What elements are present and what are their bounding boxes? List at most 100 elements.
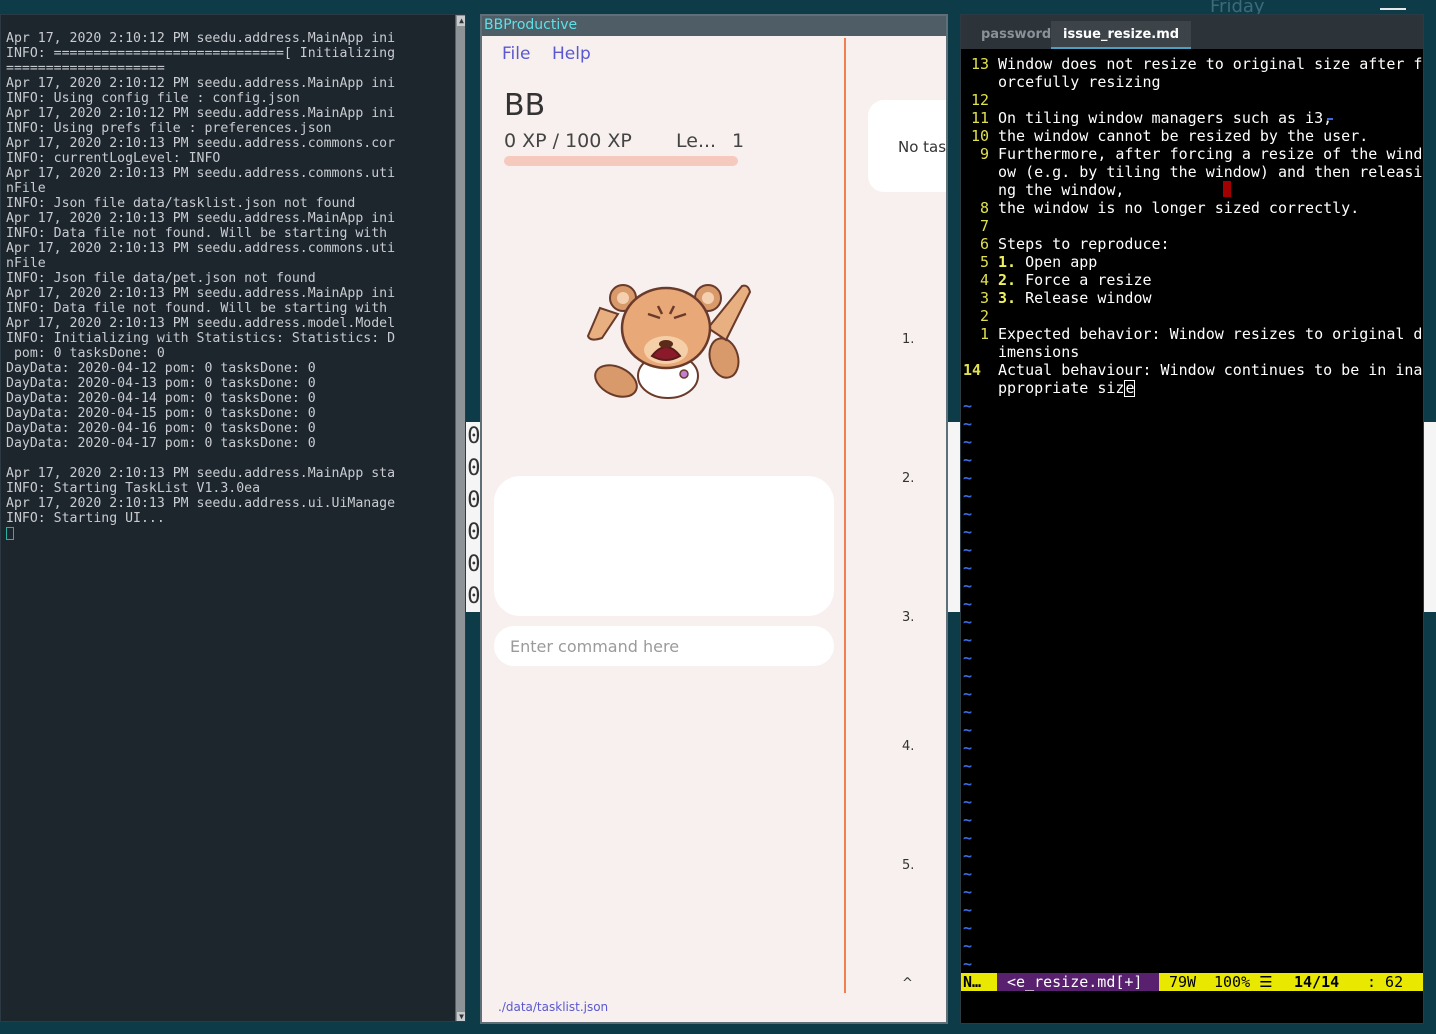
tilde-marker: ~ (963, 919, 973, 937)
window-titlebar[interactable]: BBProductive (482, 16, 946, 36)
vim-line[interactable]: 13 Window does not resize to original siz… (961, 55, 1423, 73)
tilde-marker: ~ (963, 829, 973, 847)
terminal-window[interactable]: Apr 17, 2020 2:10:12 PM seedu.address.Ma… (0, 14, 466, 1022)
menu-file[interactable]: File (502, 44, 530, 64)
scroll-up-arrow-icon[interactable]: ▲ (457, 16, 465, 26)
xp-progress-bar (504, 156, 738, 166)
panel-divider[interactable] (844, 38, 846, 993)
vim-empty-line: ~ (961, 919, 1423, 937)
vim-line[interactable]: 4 2. Force a resize (961, 271, 1423, 289)
terminal-line: INFO: Using prefs file : preferences.jso… (6, 121, 332, 136)
vim-empty-line: ~ (961, 631, 1423, 649)
terminal-line: Apr 17, 2020 2:10:12 PM seedu.address.Ma… (6, 31, 396, 46)
terminal-line: Apr 17, 2020 2:10:13 PM seedu.address.co… (6, 241, 396, 256)
vim-line[interactable]: imensions (961, 343, 1423, 361)
vim-empty-line: ~ (961, 793, 1423, 811)
vim-line-text: the window is no longer sized correctly. (998, 199, 1360, 217)
vim-empty-line: ~ (961, 955, 1423, 973)
vim-line-text: 1. Open app (998, 253, 1098, 271)
vim-empty-line: ~ (961, 721, 1423, 739)
menu-help[interactable]: Help (552, 44, 591, 64)
statusline-position: 14/14 (1294, 973, 1358, 991)
vim-line-number: 13 (970, 55, 989, 73)
command-input[interactable] (494, 626, 834, 666)
vim-empty-line: ~ (961, 937, 1423, 955)
terminal-line: DayData: 2020-04-13 pom: 0 tasksDone: 0 (6, 376, 316, 391)
task-number: ^ (902, 976, 913, 991)
xp-text: 0 XP / 100 XP (504, 130, 632, 152)
vim-empty-line: ~ (961, 541, 1423, 559)
status-bar-path: ./data/tasklist.json (498, 1000, 609, 1014)
vim-empty-line: ~ (961, 685, 1423, 703)
terminal-line: DayData: 2020-04-12 pom: 0 tasksDone: 0 (6, 361, 316, 376)
terminal-line: DayData: 2020-04-14 pom: 0 tasksDone: 0 (6, 391, 316, 406)
vim-empty-line: ~ (961, 559, 1423, 577)
vim-line[interactable]: 8 the window is no longer sized correctly… (961, 199, 1423, 217)
vim-empty-line: ~ (961, 865, 1423, 883)
tilde-marker: ~ (963, 739, 973, 757)
vim-line[interactable]: ng the window, (961, 181, 1423, 199)
tab-issue-resize[interactable]: issue_resize.md (1051, 21, 1192, 49)
terminal-line: Apr 17, 2020 2:10:13 PM seedu.address.mo… (6, 316, 396, 331)
terminal-line: pom: 0 tasksDone: 0 (6, 346, 165, 361)
vim-line[interactable]: ow (e.g. by tiling the window) and then … (961, 163, 1423, 181)
terminal-line: INFO: Starting TaskList V1.3.0ea (6, 481, 261, 496)
scroll-down-arrow-icon[interactable]: ▼ (457, 1012, 465, 1021)
terminal-scrollbar[interactable]: ▲ ▼ (455, 15, 465, 1021)
vim-line[interactable]: 3 3. Release window (961, 289, 1423, 307)
vim-line[interactable]: 1 Expected behavior: Window resizes to or… (961, 325, 1423, 343)
vim-line-number: 9 (979, 145, 989, 163)
tilde-marker: ~ (963, 865, 973, 883)
vim-line[interactable]: 9 Furthermore, after forcing a resize of … (961, 145, 1423, 163)
terminal-prompt-line[interactable] (6, 526, 450, 541)
tilde-marker: ~ (963, 793, 973, 811)
tilde-marker: ~ (963, 505, 973, 523)
desktop-top-bar: Friday (0, 0, 1436, 17)
terminal-line: INFO: Initializing with Statistics: Stat… (6, 331, 396, 346)
vim-line[interactable]: 12 (961, 91, 1423, 109)
vim-line[interactable]: orcefully resizing (961, 73, 1423, 91)
tilde-marker: ~ (963, 667, 973, 685)
terminal-line: DayData: 2020-04-17 pom: 0 tasksDone: 0 (6, 436, 316, 451)
task-number: 1. (902, 332, 915, 347)
tab-password[interactable]: password (981, 27, 1051, 42)
vim-line-text: orcefully resizing (998, 73, 1161, 91)
tilde-marker: ~ (963, 415, 973, 433)
terminal-line: ==================== (6, 61, 165, 76)
vim-line-text: the window cannot be resized by the user… (998, 127, 1369, 145)
bbproductive-window[interactable]: BBProductive File Help BB 0 XP / 100 XP … (480, 14, 948, 1024)
vim-line[interactable]: 6 Steps to reproduce: (961, 235, 1423, 253)
vim-empty-line: ~ (961, 451, 1423, 469)
vim-editor-buffer[interactable]: 13 Window does not resize to original siz… (961, 55, 1423, 973)
tilde-marker: ~ (963, 721, 973, 739)
vim-empty-line: ~ (961, 703, 1423, 721)
vim-empty-line: ~ (961, 613, 1423, 631)
tilde-marker: ~ (963, 955, 973, 973)
vim-line-text: Expected behavior: Window resizes to ori… (998, 325, 1423, 343)
terminal-line: Apr 17, 2020 2:10:13 PM seedu.address.co… (6, 166, 396, 181)
vim-line[interactable]: 7 (961, 217, 1423, 235)
vim-line-number: 1 (979, 325, 989, 343)
terminal-line: nFile (6, 256, 46, 271)
vim-empty-line: ~ (961, 469, 1423, 487)
tilde-marker: ~ (963, 613, 973, 631)
terminal-cursor (6, 526, 14, 540)
tilde-marker: ~ (963, 685, 973, 703)
tilde-marker: ~ (963, 703, 973, 721)
vim-empty-line: ~ (961, 505, 1423, 523)
vim-line[interactable]: 10 the window cannot be resized by the us… (961, 127, 1423, 145)
vim-line[interactable]: 14 Actual behaviour: Window continues to … (961, 361, 1423, 379)
statusline-column: : 62 (1367, 973, 1404, 991)
vim-line-text: imensions (998, 343, 1080, 361)
vim-line[interactable]: ppropriate size (961, 379, 1423, 397)
vim-line-text: ow (e.g. by tiling the window) and then … (998, 163, 1423, 181)
vim-line-text: Furthermore, after forcing a resize of t… (998, 145, 1423, 163)
vim-empty-line: ~ (961, 667, 1423, 685)
vim-line[interactable]: 2 (961, 307, 1423, 325)
vim-line[interactable]: 5 1. Open app (961, 253, 1423, 271)
vim-window[interactable]: password issue_resize.md 13 Window does n… (960, 14, 1424, 1024)
terminal-line: Apr 17, 2020 2:10:12 PM seedu.address.Ma… (6, 76, 396, 91)
tilde-marker: ~ (963, 847, 973, 865)
vim-line[interactable]: 11 On tiling window managers such as i3, (961, 109, 1423, 127)
